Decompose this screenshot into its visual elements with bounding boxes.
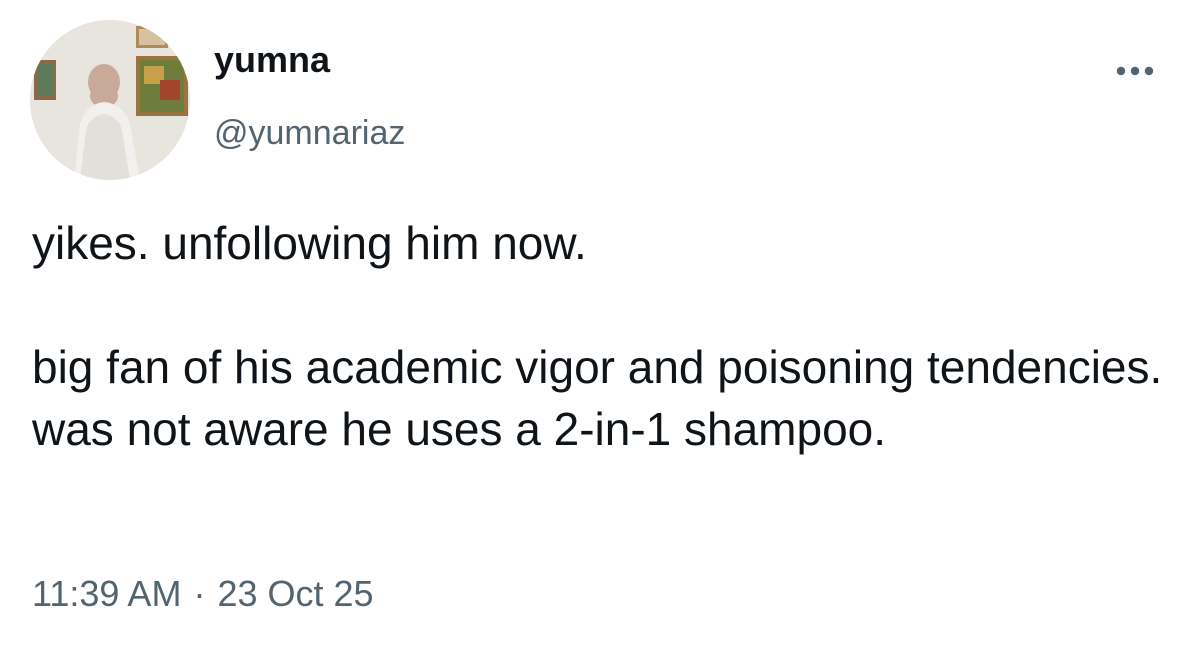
tweet-date: 23 Oct 25 xyxy=(217,573,374,614)
tweet-text: yikes. unfollowing him now. big fan of h… xyxy=(32,212,1182,460)
tweet-timestamp[interactable]: 11:39 AM · 23 Oct 25 xyxy=(32,572,374,616)
profile-photo-icon xyxy=(30,20,190,180)
author-display-name[interactable]: yumna xyxy=(214,38,330,82)
author-handle[interactable]: @yumnariaz xyxy=(214,112,405,154)
timestamp-separator: · xyxy=(193,573,206,614)
tweet-paragraph: big fan of his academic vigor and poison… xyxy=(32,341,1163,455)
ellipsis-icon xyxy=(1116,66,1154,76)
tweet-paragraph: yikes. unfollowing him now. xyxy=(32,217,587,269)
avatar[interactable] xyxy=(30,20,190,180)
more-options-button[interactable] xyxy=(1108,54,1162,88)
tweet-time: 11:39 AM xyxy=(32,573,182,614)
tweet-card: yumna @yumnariaz yikes. unfollowing him … xyxy=(0,0,1200,652)
